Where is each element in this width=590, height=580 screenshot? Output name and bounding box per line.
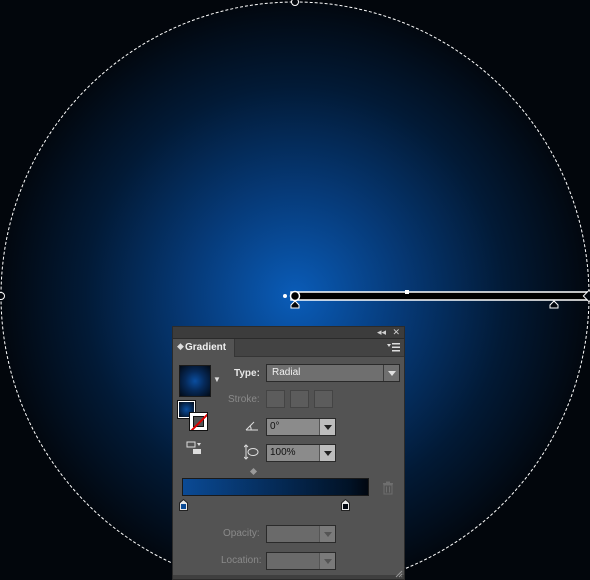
opacity-field <box>266 525 336 543</box>
top-anchor-handle[interactable] <box>291 0 299 6</box>
gradient-stop-start[interactable] <box>179 499 188 511</box>
chevron-down-icon[interactable] <box>319 419 335 435</box>
tab-gradient-label: Gradient <box>185 342 227 353</box>
trash-icon[interactable] <box>381 481 395 495</box>
resize-grip-icon[interactable] <box>395 570 403 578</box>
left-anchor-handle[interactable] <box>0 292 5 300</box>
chevron-down-icon[interactable] <box>319 445 335 461</box>
fill-stroke-icon[interactable] <box>177 400 210 433</box>
panel-title-bar[interactable]: ◂◂ ✕ <box>173 327 404 339</box>
stroke-label: Stroke: <box>228 394 260 405</box>
panel-tab-row: ◆ Gradient <box>173 339 404 357</box>
panel-menu-icon[interactable] <box>387 342 401 354</box>
angle-value[interactable]: 0° <box>270 421 280 432</box>
annotator-origin-dot[interactable] <box>283 294 287 298</box>
stroke-along-button <box>290 390 309 408</box>
chevron-down-icon[interactable] <box>383 365 399 381</box>
reverse-gradient-icon[interactable] <box>186 441 202 455</box>
chevron-down-icon <box>319 526 335 542</box>
collapse-panel-button[interactable]: ◂◂ <box>377 327 386 338</box>
gradient-slider[interactable] <box>182 478 369 496</box>
tab-gradient[interactable]: ◆ Gradient <box>173 339 235 357</box>
annotator-midpoint[interactable] <box>405 290 409 294</box>
type-label: Type: <box>234 368 260 379</box>
aspect-ratio-value[interactable]: 100% <box>270 447 296 458</box>
gradient-panel: ◂◂ ✕ ◆ Gradient ▼ Type: Radial Stroke: 0… <box>172 326 405 580</box>
stroke-within-button <box>266 390 285 408</box>
midpoint-diamond-icon[interactable] <box>249 467 258 476</box>
angle-icon <box>245 421 258 431</box>
aspect-ratio-field[interactable]: 100% <box>266 444 336 462</box>
swatch-dropdown-icon[interactable]: ▼ <box>213 375 221 384</box>
location-field <box>266 552 336 570</box>
stroke-across-button <box>314 390 333 408</box>
opacity-label: Opacity: <box>223 528 260 539</box>
panel-bottom-bar <box>173 575 404 579</box>
gradient-swatch[interactable] <box>179 365 211 397</box>
gradient-stop-end[interactable] <box>341 499 350 511</box>
location-label: Location: <box>221 555 262 566</box>
tab-expand-icon[interactable]: ◆ <box>177 341 184 352</box>
gradient-type-value: Radial <box>272 367 301 378</box>
aspect-ratio-icon <box>244 444 259 460</box>
stroke-swatch-none[interactable] <box>189 412 208 431</box>
chevron-down-icon <box>319 553 335 569</box>
gradient-type-select[interactable]: Radial <box>266 364 400 382</box>
close-panel-button[interactable]: ✕ <box>392 327 400 338</box>
annotator-origin-handle[interactable] <box>289 290 301 302</box>
annotator-bar[interactable] <box>290 291 590 301</box>
angle-field[interactable]: 0° <box>266 418 336 436</box>
